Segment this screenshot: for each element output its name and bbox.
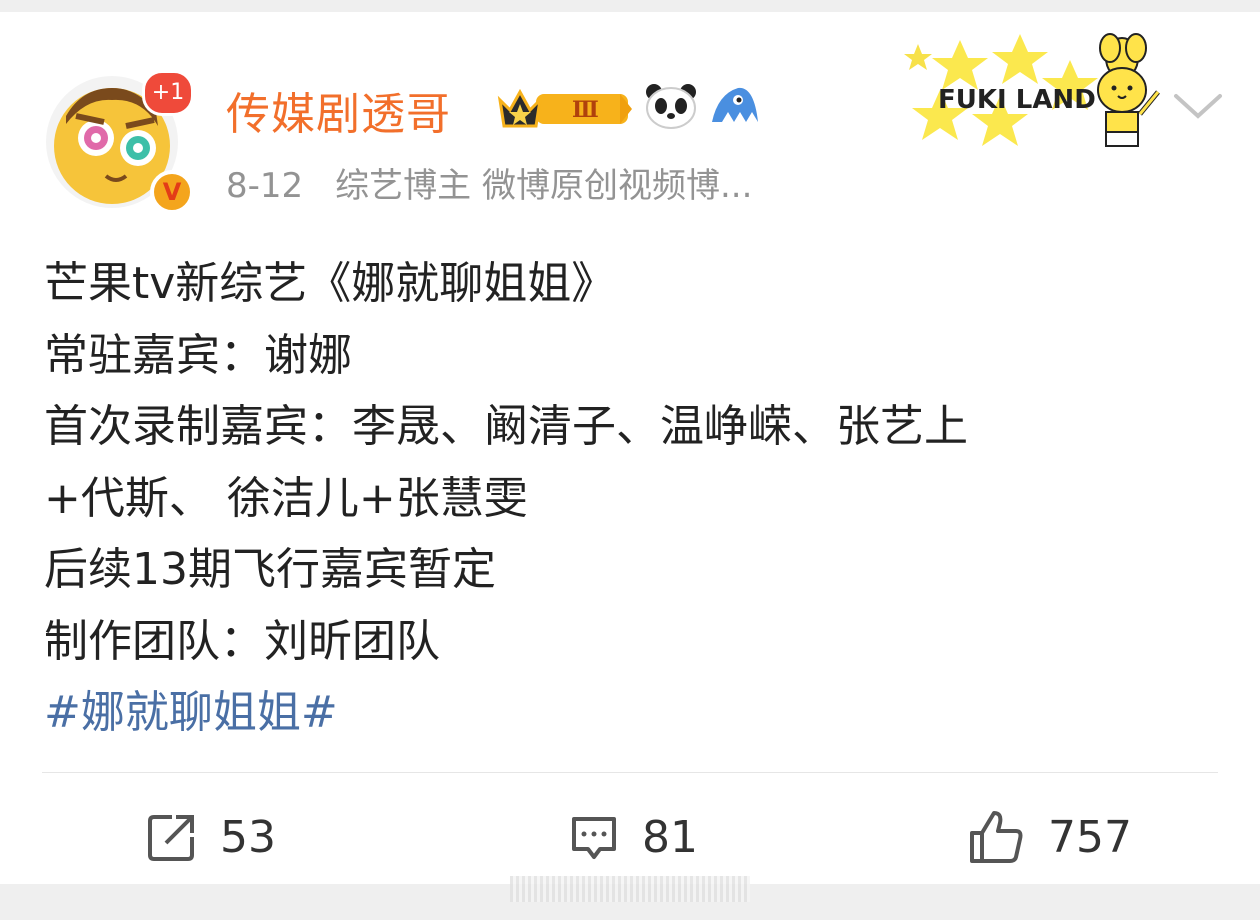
post-content: 芒果tv新综艺《娜就聊姐姐》 常驻嘉宾：谢娜 首次录制嘉宾：李晟、阚清子、温峥嵘…: [44, 248, 1224, 749]
scrollbar[interactable]: [510, 876, 750, 902]
like-count: 757: [1048, 811, 1132, 863]
content-line: 制作团队：刘昕团队: [44, 615, 440, 667]
repost-count: 53: [220, 811, 276, 863]
sticker-label: FUKI LAND: [938, 85, 1096, 115]
panda-icon[interactable]: [644, 82, 698, 130]
crown-badge-icon[interactable]: Ⅲ: [496, 82, 636, 132]
comment-icon: [572, 817, 616, 859]
comment-count: 81: [642, 811, 698, 863]
post-meta: 8-12 综艺博主 微博原创视频博...: [226, 158, 752, 207]
content-line: 芒果tv新综艺《娜就聊姐姐》: [44, 258, 616, 309]
content-line: +代斯、 徐洁儿+张慧雯: [44, 472, 528, 524]
hashtag-link[interactable]: #娜就聊姐姐#: [44, 677, 1224, 749]
repost-button[interactable]: 53: [146, 807, 276, 867]
author-description: 综艺博主 微博原创视频博...: [335, 166, 753, 206]
content-line: 首次录制嘉宾：李晟、阚清子、温峥嵘、张艺上: [44, 401, 968, 452]
content-line: 后续13期飞行嘉宾暂定: [44, 544, 496, 595]
fuki-land-sticker[interactable]: FUKI LAND: [900, 30, 1170, 150]
like-icon: [970, 811, 1023, 863]
repost-icon: [148, 815, 194, 861]
post-card: +1 V 传媒剧透哥 Ⅲ 8-12 综艺博主 微博原创视频博... FUKI L…: [0, 12, 1260, 884]
level-badge-label: Ⅲ: [572, 97, 599, 123]
content-line: 常驻嘉宾：谢娜: [44, 329, 352, 381]
divider: [42, 772, 1218, 773]
post-date: 8-12: [226, 166, 304, 206]
chevron-down-icon[interactable]: [1172, 90, 1224, 124]
notification-badge: +1: [142, 70, 194, 116]
verified-icon: V: [150, 170, 194, 214]
shark-icon[interactable]: [708, 82, 762, 130]
author-name[interactable]: 传媒剧透哥: [226, 78, 451, 142]
avatar[interactable]: +1 V: [46, 70, 194, 214]
comment-button[interactable]: 81: [568, 807, 698, 867]
like-button[interactable]: 757: [968, 807, 1132, 867]
